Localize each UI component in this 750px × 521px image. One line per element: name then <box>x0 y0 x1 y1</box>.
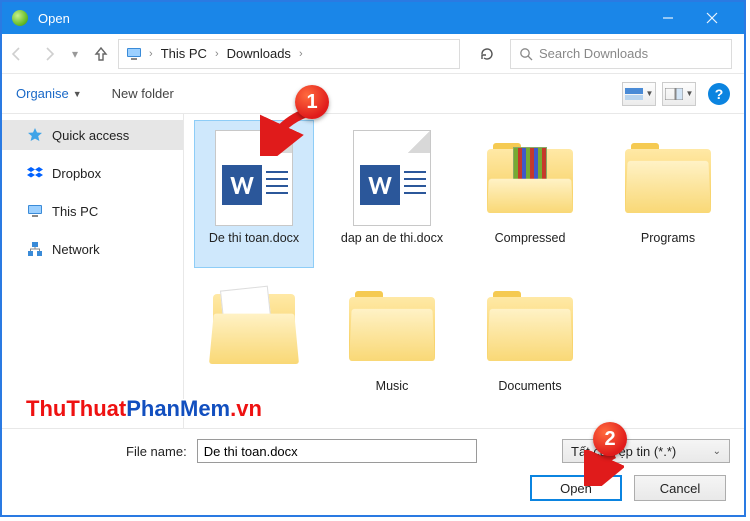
search-icon <box>519 47 533 61</box>
file-name-input[interactable] <box>197 439 477 463</box>
sidebar: Quick access Dropbox This PC Network <box>2 114 184 428</box>
dropbox-icon <box>26 164 44 182</box>
chevron-down-icon: ⌄ <box>713 446 721 457</box>
file-label: Music <box>372 377 413 397</box>
back-button[interactable] <box>2 39 32 69</box>
preview-pane-button[interactable]: ▼ <box>662 82 696 106</box>
pc-icon <box>125 45 143 63</box>
chevron-down-icon: ▼ <box>686 89 694 98</box>
annotation-arrow-2 <box>584 450 624 486</box>
sidebar-item-label: Quick access <box>52 128 129 143</box>
open-dialog: Open ▾ › This PC › Downloads › Search Do… <box>2 2 744 515</box>
breadcrumb-folder[interactable]: Downloads <box>223 46 295 61</box>
star-icon <box>26 126 44 144</box>
folder-icon <box>346 275 438 377</box>
forward-button[interactable] <box>34 39 64 69</box>
nav-row: ▾ › This PC › Downloads › Search Downloa… <box>2 34 744 74</box>
annotation-badge-2: 2 <box>593 422 627 456</box>
sidebar-item-network[interactable]: Network <box>2 234 183 264</box>
annotation-badge-1: 1 <box>295 85 329 119</box>
app-icon <box>12 10 28 26</box>
open-folder-icon <box>208 275 300 377</box>
chevron-right-icon: › <box>295 48 307 60</box>
search-placeholder: Search Downloads <box>539 46 648 61</box>
window-title: Open <box>38 11 646 26</box>
file-label: Programs <box>637 229 699 249</box>
network-icon <box>26 240 44 258</box>
sidebar-item-this-pc[interactable]: This PC <box>2 196 183 226</box>
file-item[interactable]: W dap an de thi.docx <box>332 120 452 268</box>
breadcrumb[interactable]: › This PC › Downloads › <box>118 39 460 69</box>
file-item[interactable] <box>194 268 314 416</box>
chevron-down-icon: ▼ <box>646 89 654 98</box>
view-mode-button[interactable]: ▼ <box>622 82 656 106</box>
file-item[interactable]: Compressed <box>470 120 590 268</box>
file-label: Documents <box>494 377 565 397</box>
breadcrumb-root[interactable]: This PC <box>157 46 211 61</box>
new-folder-button[interactable]: New folder <box>112 86 174 101</box>
file-label: Compressed <box>491 229 570 249</box>
sidebar-item-dropbox[interactable]: Dropbox <box>2 158 183 188</box>
cancel-button[interactable]: Cancel <box>634 475 726 501</box>
history-dropdown-icon[interactable]: ▾ <box>66 47 84 61</box>
file-grid: W De thi toan.docx W dap an de thi.docx … <box>184 114 744 428</box>
pc-icon <box>26 202 44 220</box>
folder-icon <box>622 127 714 229</box>
file-item[interactable]: Music <box>332 268 452 416</box>
word-document-icon: W <box>346 127 438 229</box>
sidebar-item-label: Network <box>52 242 100 257</box>
titlebar: Open <box>2 2 744 34</box>
chevron-right-icon: › <box>145 48 157 60</box>
sidebar-item-label: This PC <box>52 204 98 219</box>
compressed-folder-icon <box>484 127 576 229</box>
watermark: ThuThuatPhanMem.vn <box>26 396 262 422</box>
file-item[interactable]: Programs <box>608 120 728 268</box>
file-name-label: File name: <box>126 444 187 459</box>
up-button[interactable] <box>86 39 116 69</box>
file-label <box>250 377 258 381</box>
chevron-down-icon: ▼ <box>73 89 82 99</box>
chevron-right-icon: › <box>211 48 223 60</box>
help-button[interactable]: ? <box>708 83 730 105</box>
refresh-button[interactable] <box>472 39 502 69</box>
file-item[interactable]: Documents <box>470 268 590 416</box>
file-label: De thi toan.docx <box>205 229 303 249</box>
footer: File name: Tất cả Tệp tin (*.*) ⌄ Open C… <box>2 428 744 515</box>
search-input[interactable]: Search Downloads <box>510 39 732 69</box>
folder-icon <box>484 275 576 377</box>
sidebar-item-quick-access[interactable]: Quick access <box>2 120 183 150</box>
organise-menu[interactable]: Organise ▼ <box>16 86 82 101</box>
toolbar: Organise ▼ New folder ▼ ▼ ? <box>2 74 744 114</box>
minimize-button[interactable] <box>646 2 690 34</box>
file-label: dap an de thi.docx <box>337 229 447 249</box>
sidebar-item-label: Dropbox <box>52 166 101 181</box>
close-button[interactable] <box>690 2 734 34</box>
